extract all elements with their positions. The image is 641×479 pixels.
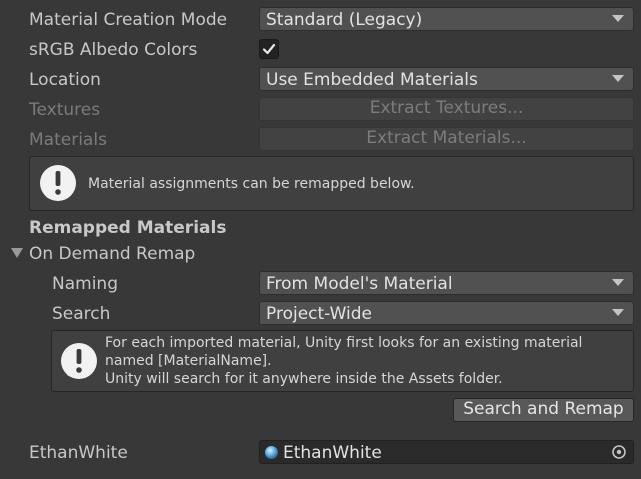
material-creation-mode-dropdown[interactable]: Standard (Legacy) <box>259 7 634 31</box>
srgb-albedo-checkbox[interactable] <box>259 39 279 59</box>
srgb-albedo-label: sRGB Albedo Colors <box>29 40 198 60</box>
chevron-down-icon <box>612 75 624 82</box>
chevron-down-icon <box>612 15 624 22</box>
search-help-line-3: Unity will search for it anywhere inside… <box>105 371 503 387</box>
search-help-line-2: named [MaterialName]. <box>105 353 272 369</box>
materials-label: Materials <box>29 130 107 150</box>
naming-row: Naming From Model's Material <box>0 271 641 295</box>
textures-label: Textures <box>29 100 101 120</box>
material-creation-mode-value: Standard (Legacy) <box>266 10 423 30</box>
remapped-materials-header: Remapped Materials <box>29 218 227 238</box>
remapped-materials-header-row: Remapped Materials <box>0 215 641 239</box>
warning-info-icon <box>61 343 97 379</box>
on-demand-remap-foldout[interactable]: On Demand Remap <box>0 241 641 265</box>
naming-value: From Model's Material <box>266 274 453 294</box>
material-creation-mode-row: Material Creation Mode Standard (Legacy) <box>0 7 641 31</box>
remap-help-text: Material assignments can be remapped bel… <box>88 176 415 192</box>
search-dropdown[interactable]: Project-Wide <box>259 301 634 325</box>
extract-textures-button: Extract Textures... <box>259 97 634 121</box>
object-picker-icon[interactable] <box>605 441 633 463</box>
location-row: Location Use Embedded Materials <box>0 67 641 91</box>
material-slot-label: EthanWhite <box>29 443 128 463</box>
warning-info-icon <box>40 165 76 201</box>
search-row: Search Project-Wide <box>0 301 641 325</box>
location-dropdown[interactable]: Use Embedded Materials <box>259 67 634 91</box>
naming-dropdown[interactable]: From Model's Material <box>259 271 634 295</box>
materials-row: Materials Extract Materials... <box>0 127 641 151</box>
location-value: Use Embedded Materials <box>266 70 478 90</box>
material-object-value: EthanWhite <box>283 443 382 463</box>
location-label: Location <box>29 70 101 90</box>
material-creation-mode-label: Material Creation Mode <box>29 10 228 30</box>
search-label: Search <box>52 304 111 324</box>
foldout-expanded-icon[interactable] <box>11 248 23 258</box>
srgb-albedo-row: sRGB Albedo Colors <box>0 37 641 61</box>
on-demand-remap-label[interactable]: On Demand Remap <box>29 244 195 264</box>
search-help-line-1: For each imported material, Unity first … <box>105 335 583 351</box>
naming-label: Naming <box>52 274 118 294</box>
material-object-field[interactable]: EthanWhite <box>259 440 634 464</box>
chevron-down-icon <box>612 309 624 316</box>
search-help-box: For each imported material, Unity first … <box>51 330 634 392</box>
search-value: Project-Wide <box>266 304 373 324</box>
remap-help-box: Material assignments can be remapped bel… <box>29 156 634 211</box>
material-sphere-icon <box>265 446 278 459</box>
search-and-remap-button[interactable]: Search and Remap <box>453 398 634 422</box>
textures-row: Textures Extract Textures... <box>0 97 641 121</box>
chevron-down-icon <box>612 279 624 286</box>
extract-materials-button: Extract Materials... <box>259 127 634 151</box>
checkmark-icon <box>262 43 276 55</box>
